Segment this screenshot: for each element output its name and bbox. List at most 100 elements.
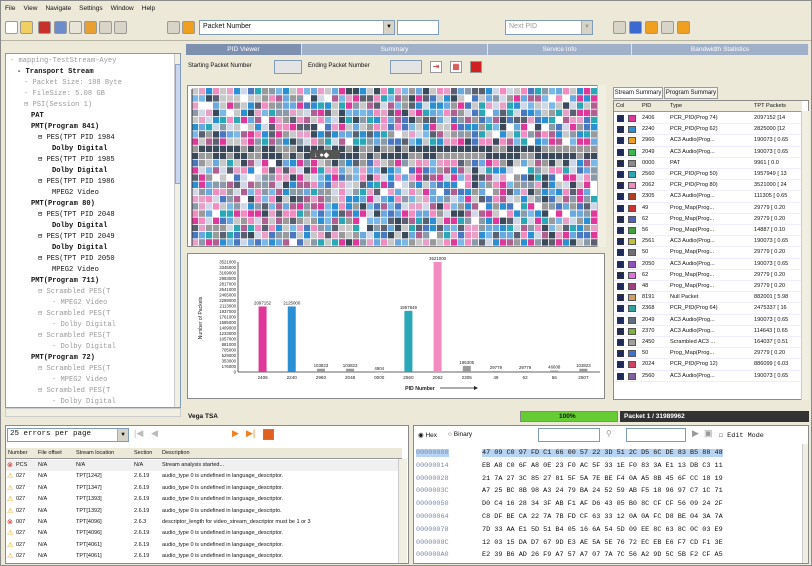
packet-cell[interactable] [479,210,486,217]
table-row[interactable]: 2062 PCR_PID(Prog 80) 3521000 [ 24 [614,180,802,192]
packet-cell[interactable] [507,88,514,95]
packet-cell[interactable] [290,152,297,160]
packet-cell[interactable] [486,109,493,116]
packet-cell[interactable] [563,239,570,246]
packet-cell[interactable] [395,88,402,95]
packet-cell[interactable] [192,239,199,246]
packet-cell[interactable] [486,217,493,224]
packet-cell[interactable] [381,124,388,131]
packet-cell[interactable] [444,174,451,181]
packet-cell[interactable] [556,167,563,174]
packet-cell[interactable] [297,188,304,196]
tree-node[interactable]: Dolby Digital [52,166,107,176]
packet-cell[interactable] [206,224,213,232]
packet-cell[interactable] [332,217,339,224]
packet-cell[interactable] [276,124,283,131]
hex-offset-input[interactable] [626,428,686,442]
packet-cell[interactable] [381,95,388,102]
packet-cell[interactable] [507,160,514,167]
packet-cell[interactable] [528,138,535,145]
packet-cell[interactable] [381,232,388,239]
packet-cell[interactable] [227,203,234,210]
packet-cell[interactable] [304,174,311,181]
packet-cell[interactable] [255,145,262,152]
hex-row[interactable]: 0000003C A7 25 BC 8B 98 A3 24 79 BA 24 52… [414,486,800,498]
packet-cell[interactable] [353,138,360,145]
packet-cell[interactable] [297,217,304,224]
packet-cell[interactable] [374,217,381,224]
packet-cell[interactable] [381,167,388,174]
packet-cell[interactable] [451,152,458,160]
table-row[interactable]: 2560 AC3 Audio(Prog... 190073 [ 0.65 [614,371,802,382]
packet-cell[interactable] [577,210,584,217]
packet-cell[interactable] [437,203,444,210]
packet-cell[interactable] [521,210,528,217]
packet-cell[interactable] [570,239,577,246]
packet-cell[interactable] [360,167,367,174]
tree-node[interactable]: Dolby Digital [52,221,107,231]
packet-cell[interactable] [248,203,255,210]
packet-cell[interactable] [346,188,353,196]
table-row[interactable]: ⚠ 027 N/A TPT[1393] 2.6.19 audio_type 0 is un… [6,494,402,505]
packet-cell[interactable] [199,239,206,246]
packet-cell[interactable] [381,131,388,138]
packet-cell[interactable] [563,124,570,131]
packet-cell[interactable] [346,203,353,210]
packet-cell[interactable] [367,167,374,174]
packet-cell[interactable] [402,138,409,145]
packet-cell[interactable] [241,160,248,167]
hex-row[interactable]: 00000028 21 7A 27 3C 85 27 81 5F 5A 7E BE… [414,474,800,486]
packet-cell[interactable] [311,102,318,109]
packet-cell[interactable] [206,95,213,102]
packet-cell[interactable] [493,196,500,203]
packet-cell[interactable] [283,217,290,224]
packet-cell[interactable] [430,167,437,174]
packet-cell[interactable] [584,203,591,210]
packet-cell[interactable] [493,224,500,232]
packet-cell[interactable] [584,95,591,102]
packet-cell[interactable] [374,88,381,95]
packet-cell[interactable] [339,109,346,116]
packet-cell[interactable] [402,109,409,116]
packet-cell[interactable] [556,88,563,95]
packet-cell[interactable] [577,160,584,167]
table-row[interactable]: ⊗ PCS N/A N/A N/A Stream analysis started... [6,460,402,471]
packet-cell[interactable] [493,174,500,181]
packet-cell[interactable] [500,203,507,210]
packet-cell[interactable] [248,160,255,167]
packet-cell[interactable] [318,131,325,138]
packet-cell[interactable] [276,88,283,95]
packet-cell[interactable] [234,224,241,232]
packet-cell[interactable] [367,203,374,210]
packet-cell[interactable] [430,188,437,196]
packet-cell[interactable] [563,174,570,181]
packet-cell[interactable] [521,181,528,188]
packet-cell[interactable] [332,224,339,232]
packet-cell[interactable] [255,217,262,224]
packet-cell[interactable] [402,95,409,102]
row-checkbox[interactable] [617,283,624,290]
packet-cell[interactable] [500,102,507,109]
packet-cell[interactable] [570,102,577,109]
packet-cell[interactable] [353,160,360,167]
errors-per-page-select[interactable]: 25 errors per page ▼ [7,428,129,442]
packet-cell[interactable] [206,160,213,167]
packet-cell[interactable] [521,88,528,95]
packet-cell[interactable] [444,181,451,188]
packet-cell[interactable] [374,224,381,232]
packet-cell[interactable] [479,88,486,95]
packet-cell[interactable] [542,88,549,95]
packet-cell[interactable] [549,224,556,232]
packet-cell[interactable] [346,196,353,203]
packet-cell[interactable] [542,224,549,232]
packet-cell[interactable] [563,95,570,102]
packet-cell[interactable] [500,109,507,116]
packet-cell[interactable] [535,109,542,116]
packet-cell[interactable] [542,124,549,131]
packet-cell[interactable] [423,109,430,116]
packet-cell[interactable] [276,203,283,210]
packet-cell[interactable] [304,88,311,95]
packet-cell[interactable] [458,181,465,188]
packet-cell[interactable] [563,167,570,174]
packet-cell[interactable] [514,160,521,167]
